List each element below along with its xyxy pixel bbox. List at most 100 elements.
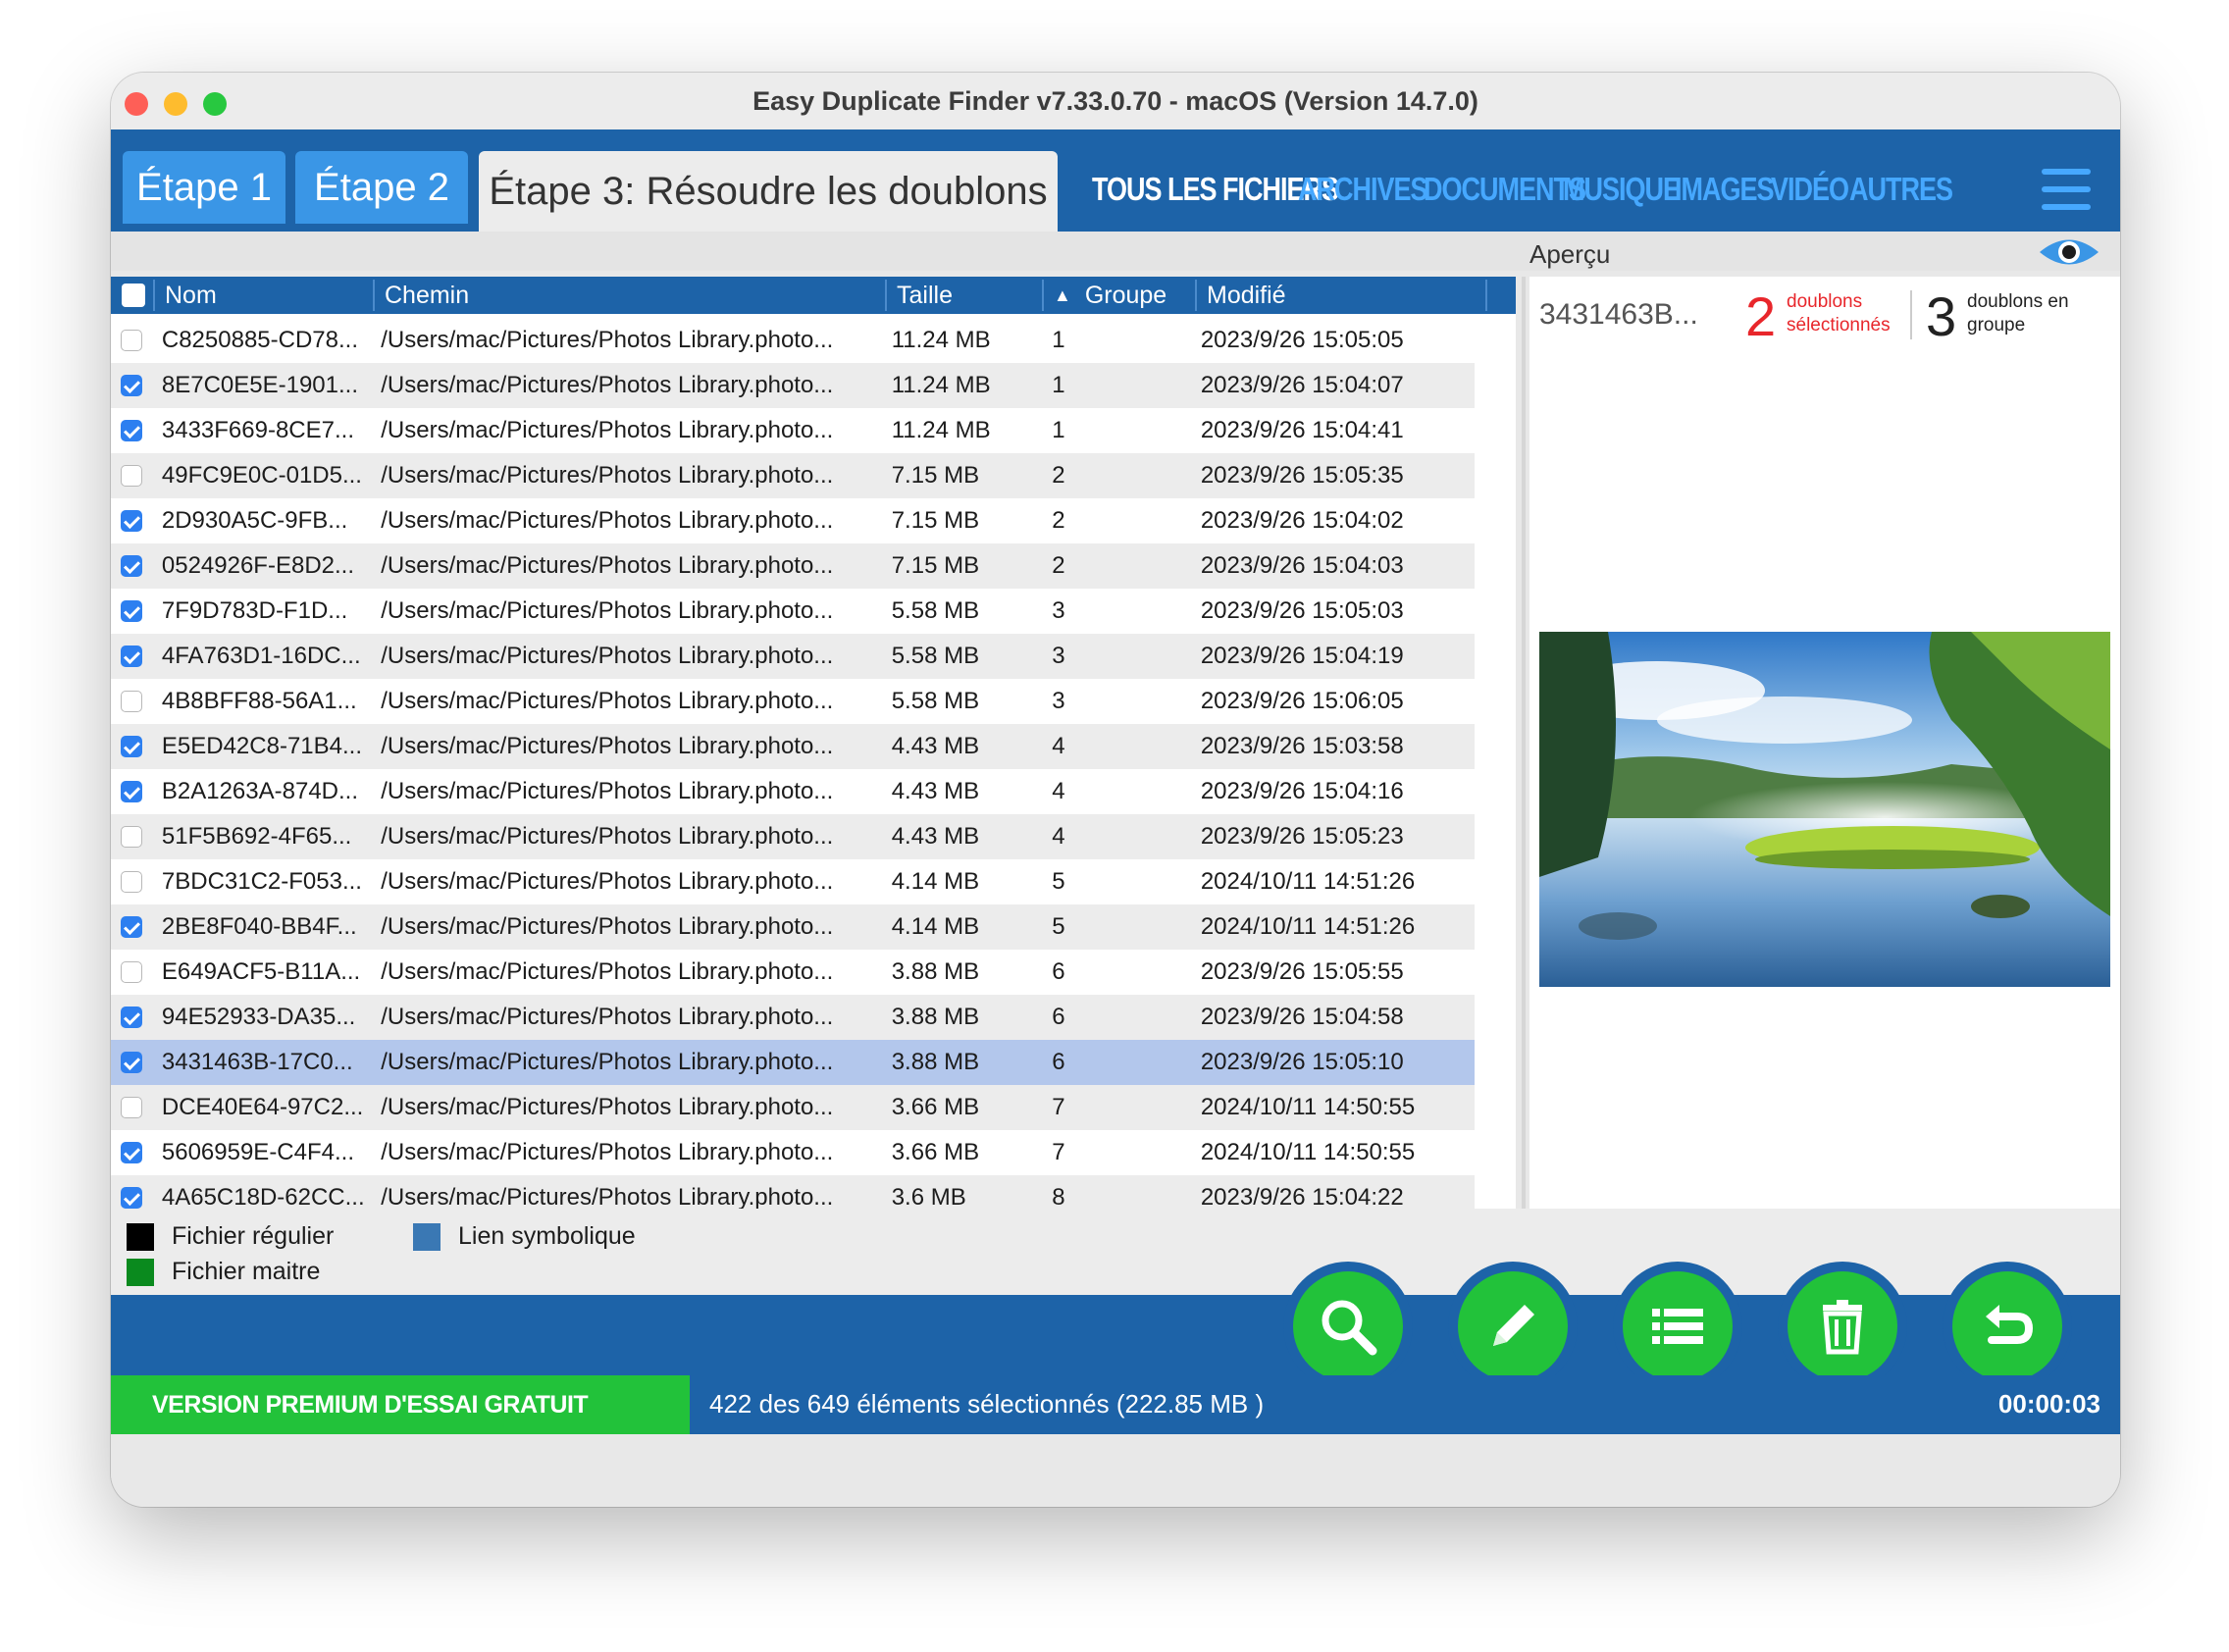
table-row[interactable]: 8E7C0E5E-1901... /Users/mac/Pictures/Phot… [111,363,1475,408]
cell-name: 8E7C0E5E-1901... [161,372,359,398]
row-checkbox[interactable] [120,330,142,351]
list-action-button[interactable] [1613,1262,1742,1391]
table-row[interactable]: 0524926F-E8D2... /Users/mac/Pictures/Phot… [111,543,1475,589]
cell-group: 6 [1052,1049,1065,1075]
category-documents[interactable]: DOCUMENTS [1424,171,1586,209]
table-row[interactable]: 3433F669-8CE7... /Users/mac/Pictures/Phot… [111,408,1475,453]
row-checkbox[interactable] [120,420,142,441]
table-row[interactable]: 2BE8F040-BB4F... /Users/mac/Pictures/Phot… [111,904,1475,950]
cell-group: 2 [1052,552,1065,579]
cell-modified: 2023/9/26 15:06:05 [1200,688,1404,714]
legend-master-swatch [127,1258,154,1286]
category-images[interactable]: IMAGES [1675,171,1775,209]
eye-icon[interactable] [2038,235,2100,269]
table-row[interactable]: E649ACF5-B11A... /Users/mac/Pictures/Phot… [111,950,1475,995]
row-checkbox[interactable] [120,826,142,848]
cell-name: B2A1263A-874D... [161,778,359,804]
cell-modified: 2024/10/11 14:50:55 [1200,1139,1416,1165]
delete-action-button[interactable] [1778,1262,1907,1391]
row-checkbox[interactable] [120,465,142,487]
cell-path: /Users/mac/Pictures/Photos Library.photo… [381,372,834,398]
cell-name: 4A65C18D-62CC... [161,1184,365,1211]
tab-step-1[interactable]: Étape 1 [123,151,285,224]
row-checkbox[interactable] [120,1142,142,1163]
table-row[interactable]: 49FC9E0C-01D5... /Users/mac/Pictures/Phot… [111,453,1475,498]
edit-action-button[interactable] [1448,1262,1578,1391]
row-checkbox[interactable] [120,1187,142,1209]
cell-modified: 2023/9/26 15:05:55 [1200,958,1404,985]
category-others[interactable]: AUTRES [1849,171,1953,209]
undo-action-button[interactable] [1943,1262,2072,1391]
cell-modified: 2023/9/26 15:04:02 [1200,507,1404,534]
premium-trial-banner[interactable]: VERSION PREMIUM D'ESSAI GRATUIT [111,1375,690,1434]
table-row[interactable]: E5ED42C8-71B4... /Users/mac/Pictures/Phot… [111,724,1475,769]
cell-size: 3.88 MB [891,1004,980,1030]
column-path[interactable]: Chemin [375,280,887,311]
row-checkbox[interactable] [120,781,142,802]
row-checkbox[interactable] [120,600,142,622]
panel-divider[interactable] [1522,277,1526,1209]
cell-name: 3433F669-8CE7... [161,417,354,443]
table-row[interactable]: C8250885-CD78... /Users/mac/Pictures/Phot… [111,318,1475,363]
row-checkbox-cell [111,1187,152,1209]
category-video[interactable]: VIDÉO [1771,171,1849,209]
column-name[interactable]: Nom [155,280,375,311]
select-all-checkbox[interactable] [114,280,155,311]
column-group[interactable]: ▲ Groupe [1044,280,1197,311]
row-checkbox-cell [111,691,152,712]
cell-group: 4 [1052,733,1065,759]
row-checkbox[interactable] [120,961,142,983]
cell-path: /Users/mac/Pictures/Photos Library.photo… [381,552,834,579]
row-checkbox-cell [111,781,152,802]
menu-icon[interactable] [2042,169,2091,210]
table-row[interactable]: DCE40E64-97C2... /Users/mac/Pictures/Phot… [111,1085,1475,1130]
search-action-button[interactable] [1283,1262,1413,1391]
row-checkbox[interactable] [120,916,142,938]
row-checkbox[interactable] [120,1052,142,1073]
cell-size: 4.43 MB [891,823,980,850]
cell-group: 3 [1052,643,1065,669]
row-checkbox[interactable] [120,1007,142,1028]
cell-modified: 2023/9/26 15:03:58 [1200,733,1404,759]
app-window: Easy Duplicate Finder v7.33.0.70 - macOS… [111,73,2120,1507]
category-music[interactable]: MUSIQUE [1563,171,1681,209]
cell-name: C8250885-CD78... [161,327,358,353]
row-checkbox[interactable] [120,510,142,532]
cell-size: 11.24 MB [891,417,991,443]
tab-step-2[interactable]: Étape 2 [295,151,468,224]
cell-group: 1 [1052,417,1065,443]
cell-size: 11.24 MB [891,372,991,398]
table-row[interactable]: 7BDC31C2-F053... /Users/mac/Pictures/Phot… [111,859,1475,904]
preview-panel: 3431463B... 2 doublons sélectionnés 3 do… [1529,277,2120,1209]
row-checkbox-cell [111,510,152,532]
table-row[interactable]: 3431463B-17C0... /Users/mac/Pictures/Phot… [111,1040,1475,1085]
row-checkbox[interactable] [120,691,142,712]
preview-filename: 3431463B... [1539,298,1698,331]
row-checkbox[interactable] [120,1097,142,1118]
table-row[interactable]: 5606959E-C4F4... /Users/mac/Pictures/Phot… [111,1130,1475,1175]
table-row[interactable]: 4FA763D1-16DC... /Users/mac/Pictures/Phot… [111,634,1475,679]
elapsed-timer: 00:00:03 [1997,1389,2100,1419]
row-checkbox[interactable] [120,555,142,577]
category-archives[interactable]: ARCHIVES [1298,171,1428,209]
row-checkbox[interactable] [120,736,142,757]
undo-icon [1986,1305,2034,1344]
tab-step-3[interactable]: Étape 3: Résoudre les doublons [479,151,1058,232]
cell-size: 7.15 MB [891,552,980,579]
column-size[interactable]: Taille [887,280,1044,311]
row-checkbox[interactable] [120,375,142,396]
table-row[interactable]: 7F9D783D-F1D... /Users/mac/Pictures/Photo… [111,589,1475,634]
row-checkbox[interactable] [120,645,142,667]
table-row[interactable]: B2A1263A-874D... /Users/mac/Pictures/Phot… [111,769,1475,814]
column-modified[interactable]: Modifié [1197,280,1487,311]
table-row[interactable]: 4B8BFF88-56A1... /Users/mac/Pictures/Phot… [111,679,1475,724]
table-row[interactable]: 51F5B692-4F65... /Users/mac/Pictures/Phot… [111,814,1475,859]
cell-size: 3.88 MB [891,958,980,985]
table-row[interactable]: 2D930A5C-9FB... /Users/mac/Pictures/Photo… [111,498,1475,543]
cell-group: 2 [1052,462,1065,489]
table-row[interactable]: 94E52933-DA35... /Users/mac/Pictures/Phot… [111,995,1475,1040]
legend-regular-file: Fichier régulier [127,1222,334,1251]
cell-name: 51F5B692-4F65... [161,823,352,850]
row-checkbox[interactable] [120,871,142,893]
cell-path: /Users/mac/Pictures/Photos Library.photo… [381,913,834,940]
